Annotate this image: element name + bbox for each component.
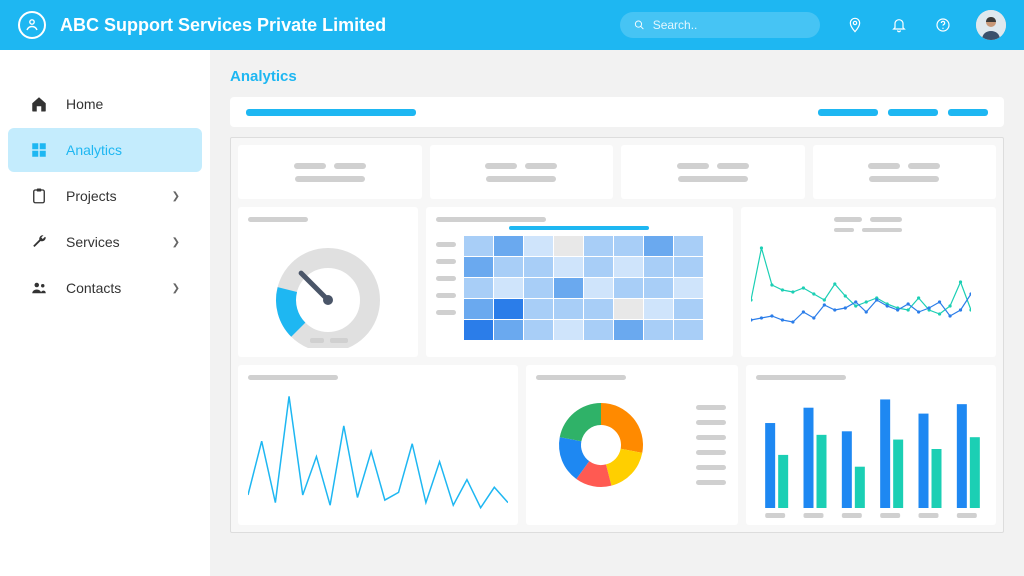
nav-label: Analytics	[66, 142, 122, 158]
stat-card[interactable]	[430, 145, 614, 199]
line-chart-card[interactable]	[238, 365, 518, 525]
dashboard-grid	[230, 137, 1004, 533]
chevron-right-icon: ❯	[172, 237, 180, 248]
stat-card[interactable]	[621, 145, 805, 199]
people-icon	[30, 279, 48, 297]
avatar[interactable]	[976, 10, 1006, 40]
dual-line-chart-card[interactable]	[741, 207, 996, 357]
nav-label: Projects	[66, 188, 117, 204]
nav-label: Services	[66, 234, 120, 250]
sidebar-item-projects[interactable]: Projects ❯	[8, 174, 202, 218]
filter-bar	[230, 97, 1004, 127]
bar-chart	[756, 390, 986, 518]
search-input[interactable]	[653, 18, 806, 32]
search-icon	[634, 19, 645, 31]
filter-pill[interactable]	[888, 109, 938, 116]
nav-label: Home	[66, 96, 103, 112]
bell-icon[interactable]	[890, 16, 908, 34]
donut-chart	[546, 390, 656, 500]
clipboard-icon	[30, 187, 48, 205]
dual-line-chart	[751, 240, 971, 340]
bar-chart-card[interactable]	[746, 365, 996, 525]
donut-chart-card[interactable]	[526, 365, 738, 525]
home-icon	[30, 95, 48, 113]
topbar: ABC Support Services Private Limited	[0, 0, 1024, 50]
chevron-right-icon: ❯	[172, 283, 180, 294]
help-icon[interactable]	[934, 16, 952, 34]
filter-pill[interactable]	[948, 109, 988, 116]
heatmap-chart-card[interactable]	[426, 207, 733, 357]
sidebar-item-home[interactable]: Home	[8, 82, 202, 126]
location-icon[interactable]	[846, 16, 864, 34]
sidebar-item-contacts[interactable]: Contacts ❯	[8, 266, 202, 310]
wrench-icon	[30, 233, 48, 251]
filter-active[interactable]	[246, 109, 416, 116]
stat-card[interactable]	[813, 145, 997, 199]
search-box[interactable]	[620, 12, 820, 38]
chevron-right-icon: ❯	[172, 191, 180, 202]
donut-legend	[696, 405, 726, 485]
grid-icon	[30, 141, 48, 159]
gauge-chart-card[interactable]	[238, 207, 418, 357]
sidebar-item-services[interactable]: Services ❯	[8, 220, 202, 264]
app-title: ABC Support Services Private Limited	[60, 15, 606, 36]
sidebar: Home Analytics Projects ❯ Services ❯ Con…	[0, 50, 210, 576]
filter-pill[interactable]	[818, 109, 878, 116]
nav-label: Contacts	[66, 280, 121, 296]
company-logo-icon	[18, 11, 46, 39]
gauge-chart	[248, 230, 408, 348]
stat-card[interactable]	[238, 145, 422, 199]
main-content: Analytics	[210, 50, 1024, 576]
heatmap-chart	[464, 236, 704, 341]
line-chart	[248, 390, 508, 518]
sidebar-item-analytics[interactable]: Analytics	[8, 128, 202, 172]
page-title: Analytics	[230, 68, 1004, 85]
